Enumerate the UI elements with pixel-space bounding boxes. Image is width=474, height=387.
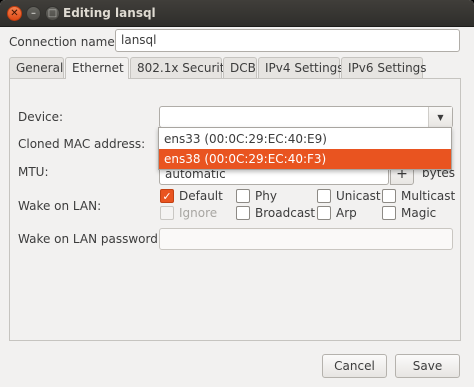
wol-default-label: Default [179,189,223,203]
maximize-window-button[interactable]: □ [45,6,60,21]
wol-magic-label: Magic [401,206,437,220]
checkbox-icon [160,206,174,220]
wol-broadcast-checkbox[interactable]: Broadcast [236,206,315,220]
mtu-label: MTU: [18,165,49,179]
maximize-icon: □ [47,7,58,19]
tab-ipv6-settings[interactable]: IPv6 Settings [341,57,427,78]
tab-ethernet[interactable]: Ethernet [65,57,129,79]
close-window-button[interactable]: ✕ [7,6,22,21]
tab-8021x-security[interactable]: 802.1x Security [130,57,232,78]
checkbox-icon [317,206,331,220]
device-dropdown-list: ens33 (00:0C:29:EC:40:E9) ens38 (00:0C:2… [158,127,452,170]
close-icon: ✕ [10,7,19,19]
connection-name-label: Connection name: [9,35,119,49]
wake-on-lan-label: Wake on LAN: [18,199,102,213]
device-label: Device: [18,110,64,124]
checkbox-icon [236,206,250,220]
wol-arp-label: Arp [336,206,357,220]
wol-multicast-label: Multicast [401,189,456,203]
tab-dcb[interactable]: DCB [223,57,257,78]
checkbox-icon [317,189,331,203]
connection-name-input[interactable]: lansql [115,29,460,52]
wol-ignore-label: Ignore [179,206,218,220]
checkbox-icon [382,206,396,220]
wol-unicast-checkbox[interactable]: Unicast [317,189,381,203]
title-bar: ✕ – □ Editing lansql [0,0,474,27]
tab-ipv4-settings[interactable]: IPv4 Settings [258,57,344,78]
edit-connection-dialog: ✕ – □ Editing lansql Connection name: la… [0,0,474,387]
wol-magic-checkbox[interactable]: Magic [382,206,436,220]
tab-general[interactable]: General [9,57,64,78]
save-button[interactable]: Save [395,354,460,378]
checkbox-icon [382,189,396,203]
wol-ignore-checkbox: Ignore [160,206,217,220]
cancel-button[interactable]: Cancel [322,354,387,378]
wol-password-label: Wake on LAN password: [18,232,162,246]
device-combobox[interactable]: ▼ [159,106,453,128]
wol-phy-label: Phy [255,189,277,203]
wol-multicast-checkbox[interactable]: Multicast [382,189,455,203]
wol-broadcast-label: Broadcast [255,206,316,220]
dropdown-arrow-icon[interactable]: ▼ [428,107,452,127]
wol-default-checkbox[interactable]: ✓ Default [160,189,223,203]
wol-password-input[interactable] [159,228,453,250]
device-option-ens38[interactable]: ens38 (00:0C:29:EC:40:F3) [159,149,451,169]
minimize-window-button[interactable]: – [26,6,41,21]
window-title: Editing lansql [63,6,156,20]
device-option-ens33[interactable]: ens33 (00:0C:29:EC:40:E9) [159,129,451,149]
checkmark-icon: ✓ [160,189,174,203]
wol-arp-checkbox[interactable]: Arp [317,206,357,220]
wol-phy-checkbox[interactable]: Phy [236,189,277,203]
wol-unicast-label: Unicast [336,189,381,203]
tab-bar: General Ethernet 802.1x Security DCB IPv… [9,57,461,79]
minimize-icon: – [31,7,36,19]
cloned-mac-label: Cloned MAC address: [18,137,146,151]
checkbox-icon [236,189,250,203]
